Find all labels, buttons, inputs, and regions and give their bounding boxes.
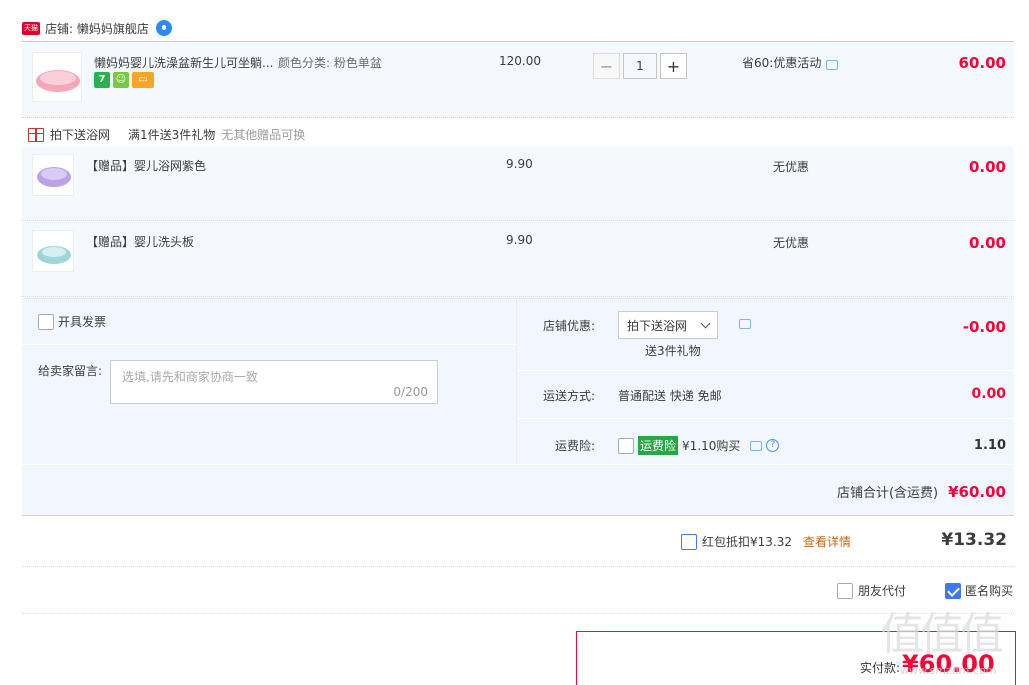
gift-note: 无其他赠品可换: [221, 128, 306, 142]
message-label: 给卖家留言:: [38, 364, 103, 378]
discount-info-icon[interactable]: [739, 319, 751, 329]
red-packet-details-link[interactable]: 查看详情: [803, 533, 851, 550]
gift-rule: 满1件送3件礼物: [128, 128, 216, 142]
freight-insurance-checkbox[interactable]: [618, 437, 634, 454]
red-packet-label: 红包抵扣¥13.32: [702, 535, 792, 549]
gift-price: 9.90: [506, 157, 533, 171]
shop-discount-value: 拍下送浴网: [627, 318, 688, 333]
shipping-amount: 0.00: [971, 386, 1006, 402]
message-input[interactable]: 选填,请先和商家协商一致 0/200: [110, 360, 438, 404]
decrement-button[interactable]: −: [593, 53, 620, 79]
friend-pay-option[interactable]: 朋友代付: [837, 582, 906, 599]
freight-insurance-amount: 1.10: [973, 438, 1006, 453]
freight-insurance-price: ¥1.10购买: [682, 439, 741, 453]
gift-promo: 无优惠: [773, 236, 810, 250]
gift-label: 拍下送浴网: [50, 128, 111, 142]
gift-title[interactable]: 【赠品】婴儿浴网紫色: [86, 157, 206, 174]
friend-pay-checkbox[interactable]: [837, 582, 853, 599]
gift-thumbnail[interactable]: [32, 230, 74, 272]
anonymous-label: 匿名购买: [965, 584, 1014, 598]
message-placeholder: 选填,请先和商家协商一致: [122, 370, 258, 384]
gift-icon: [28, 127, 44, 142]
invoice-option[interactable]: 开具发票: [38, 313, 106, 330]
shop-discount-label: 店铺优惠:: [543, 319, 596, 333]
red-packet-amount: ¥13.32: [941, 530, 1007, 550]
invoice-checkbox[interactable]: [38, 313, 54, 330]
service-icons: 7 ☺ ▭: [94, 72, 154, 88]
gift-price: 9.90: [506, 233, 533, 247]
shop-total-value: ¥60.00: [948, 482, 1006, 501]
shop-discount-sub: 送3件礼物: [645, 344, 701, 358]
gift-header: 拍下送浴网 满1件送3件礼物 无其他赠品可换: [28, 126, 305, 143]
wangwang-chat-icon[interactable]: [155, 20, 172, 36]
item-total: 60.00: [958, 54, 1006, 72]
red-packet-option[interactable]: 红包抵扣¥13.32 查看详情: [681, 533, 851, 550]
freight-insurance-label: 运费险:: [555, 439, 596, 453]
freight-insurance-badge: 运费险: [638, 436, 679, 455]
divider: [517, 418, 1014, 419]
shipping-label: 运送方式:: [543, 389, 596, 403]
promo-text: 省60:优惠活动: [742, 56, 822, 70]
unit-price: 120.00: [499, 54, 541, 68]
gift-title[interactable]: 【赠品】婴儿洗头板: [86, 233, 194, 250]
freight-insurance-option[interactable]: 运费险 ¥1.10购买 ?: [618, 436, 780, 455]
help-icon[interactable]: ?: [766, 439, 780, 452]
credit-card-icon[interactable]: ▭: [132, 72, 154, 88]
increment-button[interactable]: +: [660, 53, 687, 79]
shop-header: 天猫 店铺: 懒妈妈旗舰店: [22, 16, 172, 40]
message-counter: 0/200: [393, 385, 428, 399]
anonymous-checkbox[interactable]: [945, 582, 961, 599]
quantity-input[interactable]: 1: [623, 53, 657, 79]
shop-discount-select[interactable]: 拍下送浴网: [618, 311, 718, 339]
product-sku: 颜色分类: 粉色单盆: [278, 56, 382, 70]
invoice-label: 开具发票: [58, 315, 107, 329]
promo-detail-icon[interactable]: [826, 59, 839, 70]
product-thumbnail[interactable]: [32, 52, 82, 102]
quantity-stepper: − 1 +: [593, 53, 687, 79]
shop-total-label: 店铺合计(含运费): [836, 486, 939, 501]
divider: [22, 344, 517, 345]
gift-total: 0.00: [968, 158, 1006, 176]
divider: [517, 370, 1014, 371]
promo-info: 省60:优惠活动: [742, 54, 839, 71]
tmall-badge: 天猫: [22, 21, 40, 35]
authentic-icon[interactable]: ☺: [113, 72, 129, 88]
shop-discount-amount: -0.00: [962, 318, 1006, 336]
divider: [22, 566, 1014, 567]
watermark-url: www.smzdm.com: [900, 664, 997, 677]
gift-total: 0.00: [968, 234, 1006, 252]
gift-promo: 无优惠: [773, 160, 810, 174]
friend-pay-label: 朋友代付: [858, 584, 907, 598]
product-title[interactable]: 懒妈妈婴儿洗澡盆新生儿可坐躺...: [94, 54, 273, 71]
gift-thumbnail[interactable]: [32, 154, 74, 196]
anonymous-option[interactable]: 匿名购买: [945, 582, 1013, 599]
insurance-info-icon[interactable]: [750, 440, 763, 451]
shipping-method: 普通配送 快递 免邮: [618, 389, 722, 403]
chevron-down-icon: [700, 318, 711, 328]
red-packet-checkbox[interactable]: [681, 533, 697, 550]
watermark-logo: 值值值: [880, 609, 1004, 660]
shop-name[interactable]: 店铺: 懒妈妈旗舰店: [45, 20, 149, 37]
divider: [22, 613, 1014, 614]
divider: [22, 464, 1014, 465]
shop-total: 店铺合计(含运费) ¥60.00: [836, 482, 1006, 502]
seven-day-return-icon[interactable]: 7: [94, 72, 110, 88]
